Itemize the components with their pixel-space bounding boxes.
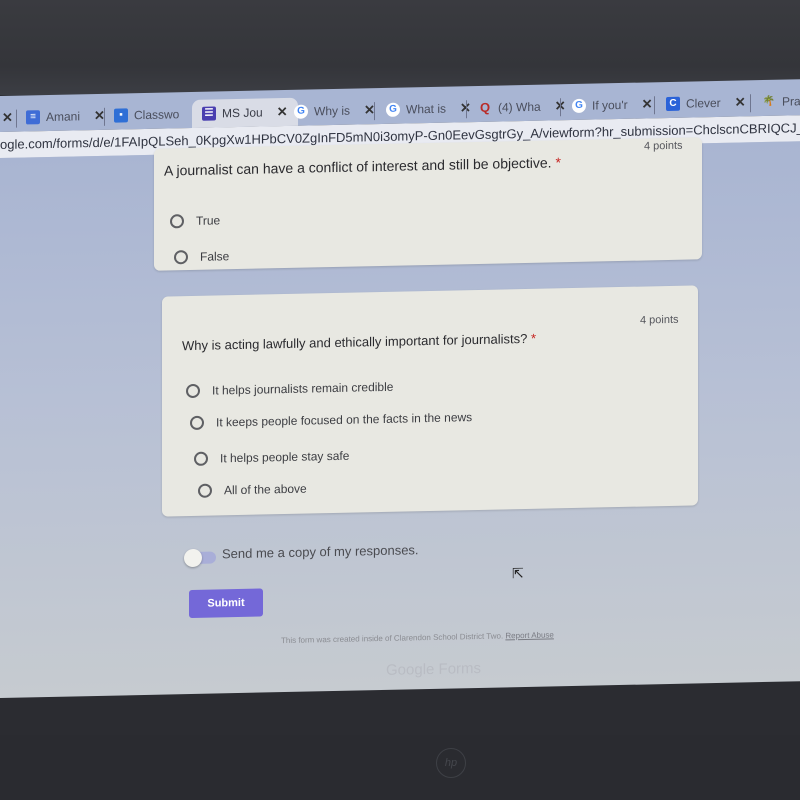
option-label: All of the above [224, 481, 307, 498]
clever-icon: C [666, 96, 680, 112]
tab-label: If you'r [592, 97, 628, 113]
tab-label: Classwo [134, 107, 180, 123]
question-points: 4 points [644, 139, 683, 153]
option-facts[interactable]: It keeps people focused on the facts in … [190, 410, 473, 431]
close-icon[interactable]: ✕ [735, 94, 746, 110]
radio-button[interactable] [174, 250, 188, 265]
tab-why-is[interactable]: G Why is ✕ [294, 96, 375, 126]
question-card-1: A journalist can have a conflict of inte… [154, 137, 702, 271]
tab-separator [466, 100, 467, 119]
mouse-cursor-icon: ⇱ [512, 565, 524, 582]
tab-label: Amani [46, 109, 81, 125]
option-credible[interactable]: It helps journalists remain credible [186, 379, 394, 399]
tab-label: Why is [314, 103, 350, 119]
radio-button[interactable] [186, 383, 200, 399]
report-abuse-link[interactable]: Report Abuse [505, 630, 553, 640]
tab-label: Clever [686, 95, 721, 111]
tab-pra[interactable]: 🌴 Pra [762, 87, 800, 116]
option-all[interactable]: All of the above [198, 482, 307, 498]
radio-button[interactable] [194, 451, 208, 466]
option-label: It helps journalists remain credible [212, 379, 394, 398]
tab-label: MS Jou [222, 105, 263, 121]
tab-separator [104, 107, 105, 126]
google-icon: G [572, 98, 586, 114]
forms-icon: ≡ [26, 110, 40, 125]
monitor-bezel-bottom [0, 735, 800, 800]
tab-ms-journalism[interactable]: ☰ MS Jou ✕ [192, 97, 298, 128]
question-title: Why is acting lawfully and ethically imp… [182, 330, 537, 354]
tab-separator [654, 96, 655, 115]
classroom-icon: ▪ [114, 108, 128, 123]
option-safe[interactable]: It helps people stay safe [194, 449, 349, 466]
tab-separator [750, 94, 751, 113]
screen: ✕ ≡ Amani ✕ ▪ Classwo ✕ ☰ MS Jou ✕ G Why… [0, 71, 800, 793]
question-points: 4 points [640, 313, 679, 327]
tab-clever[interactable]: C Clever ✕ [666, 88, 746, 118]
radio-button[interactable] [198, 483, 212, 498]
send-copy-label: Send me a copy of my responses. [222, 542, 419, 562]
google-icon: G [386, 102, 400, 117]
close-icon[interactable]: ✕ [642, 96, 653, 112]
question-card-2: Why is acting lawfully and ethically imp… [162, 285, 698, 517]
forms-icon: ☰ [202, 106, 216, 121]
tab-separator [560, 98, 561, 117]
option-label: False [200, 249, 230, 264]
tab-if-youre[interactable]: G If you'r ✕ [572, 90, 653, 120]
radio-button[interactable] [170, 214, 184, 229]
question-title: A journalist can have a conflict of inte… [164, 154, 561, 179]
tab-label: (4) Wha [498, 99, 541, 115]
tab-separator [16, 109, 17, 128]
form-page: A journalist can have a conflict of inte… [0, 137, 800, 793]
google-forms-logo: Google Forms [386, 659, 482, 679]
close-icon[interactable]: ✕ [277, 104, 288, 120]
tab-label: What is [406, 101, 447, 117]
option-label: True [196, 213, 221, 228]
option-label: It helps people stay safe [220, 448, 350, 466]
palm-tree-icon: 🌴 [762, 95, 776, 108]
radio-button[interactable] [190, 415, 204, 431]
submit-button[interactable]: Submit [189, 588, 263, 619]
tab-partial[interactable]: ✕ [0, 104, 13, 132]
tab-amani[interactable]: ≡ Amani ✕ [26, 102, 105, 132]
hp-logo: hp [436, 748, 466, 778]
quora-icon: Q [479, 99, 491, 115]
tab-classwork[interactable]: ▪ Classwo ✕ [114, 100, 204, 130]
google-icon: G [294, 104, 308, 119]
form-footer: This form was created inside of Clarendo… [281, 630, 554, 646]
option-false[interactable]: False [174, 249, 230, 265]
send-copy-toggle[interactable] [184, 548, 216, 568]
option-true[interactable]: True [170, 213, 221, 229]
tab-separator [374, 102, 375, 121]
close-icon[interactable]: ✕ [2, 110, 13, 126]
tab-quora[interactable]: Q (4) Wha ✕ [478, 92, 566, 122]
toggle-knob[interactable] [184, 548, 202, 568]
option-label: It keeps people focused on the facts in … [216, 410, 473, 430]
tab-label: Pra [782, 94, 800, 109]
tab-what-is[interactable]: G What is ✕ [386, 94, 471, 124]
